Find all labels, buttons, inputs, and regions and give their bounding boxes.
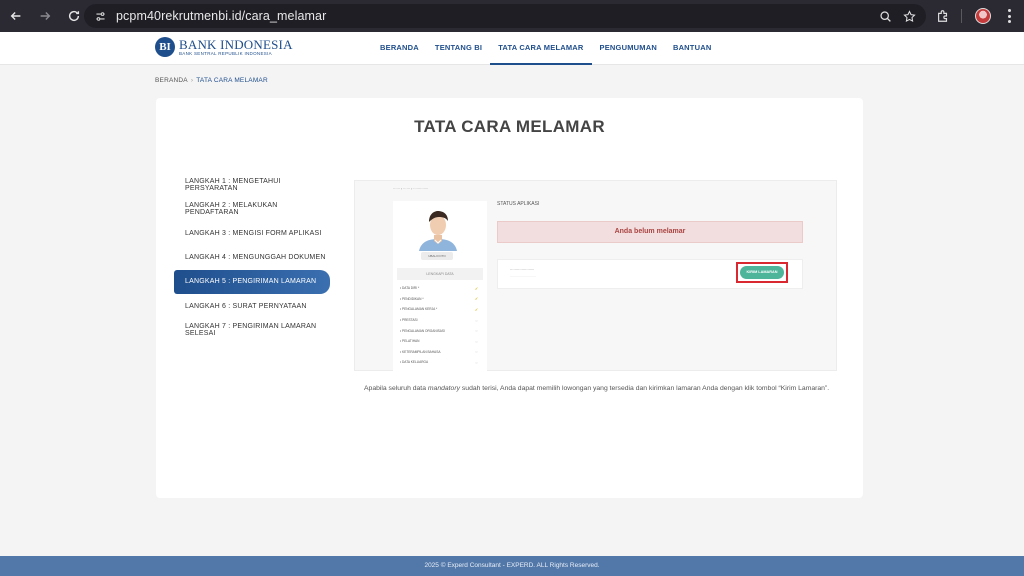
bi-emblem-icon: BI — [155, 37, 175, 57]
illustration-alert: Anda belum melamar — [497, 221, 803, 243]
breadcrumb-home[interactable]: BERANDA — [155, 77, 188, 84]
illustration-job-row: ····················· ··················… — [497, 259, 803, 289]
breadcrumb-current: TATA CARA MELAMAR — [196, 77, 268, 84]
toolbar-divider — [961, 9, 962, 23]
illustration-checklist-item: • DATA KELUARGA ○ — [400, 359, 478, 365]
step-item-5[interactable]: LANGKAH 5 : PENGIRIMAN LAMARAN — [174, 269, 330, 294]
bank-indonesia-logo[interactable]: BI BANK INDONESIA BANK SENTRAL REPUBLIK … — [155, 37, 293, 57]
step-item-4[interactable]: LANGKAH 4 : MENGUNGGAH DOKUMEN — [174, 246, 330, 270]
bookmark-star-icon[interactable] — [900, 7, 918, 25]
illustration-profile-panel: UBAH FOTO LENGKAPI DATA • DATA DIRI * ✓ •… — [393, 201, 487, 372]
profile-avatar[interactable] — [975, 8, 991, 24]
nav-bantuan[interactable]: BANTUAN — [665, 32, 719, 65]
content-card: TATA CARA MELAMAR LANGKAH 1 : MENGETAHUI… — [156, 98, 863, 498]
logo-subtitle: BANK SENTRAL REPUBLIK INDONESIA — [179, 50, 272, 56]
main-nav: BERANDA TENTANG BI TATA CARA MELAMAR PEN… — [372, 32, 719, 65]
description-emphasis: mandatory — [427, 385, 460, 392]
illustration-job-title: ····················· — [510, 268, 535, 272]
breadcrumb: BERANDA › TATA CARA MELAMAR — [155, 77, 268, 84]
nav-beranda[interactable]: BERANDA — [372, 32, 427, 65]
illustration-breadcrumb: ······ › ······ › ············· — [393, 187, 429, 191]
site-header: BI BANK INDONESIA BANK SENTRAL REPUBLIK … — [0, 32, 1024, 65]
illustration-status-title: STATUS APLIKASI — [497, 201, 540, 207]
page-title: TATA CARA MELAMAR — [414, 117, 605, 136]
applicant-avatar-icon — [415, 205, 461, 251]
illustration-checklist-item: • DATA DIRI * ✓ — [400, 285, 479, 291]
illustration-checklist-item: • PELATIHAN ○ — [400, 338, 478, 344]
back-icon[interactable] — [3, 3, 29, 29]
step-item-2[interactable]: LANGKAH 2 : MELAKUKAN PENDAFTARAN — [174, 197, 330, 221]
footer-copyright: 2025 © Experd Consultant - EXPERD. ALL R… — [424, 562, 600, 569]
step-item-6[interactable]: LANGKAH 6 : SURAT PERNYATAAN — [174, 294, 330, 318]
step-item-1[interactable]: LANGKAH 1 : MENGETAHUI PERSYARATAN — [174, 173, 330, 197]
logo-name: BANK INDONESIA — [179, 36, 293, 52]
step-item-3[interactable]: LANGKAH 3 : MENGISI FORM APLIKASI — [174, 221, 330, 245]
nav-tata-cara-melamar[interactable]: TATA CARA MELAMAR — [490, 32, 592, 65]
description-text-end: sudah terisi, Anda dapat memilih lowonga… — [460, 385, 830, 392]
step-illustration: ······ › ······ › ············· UBAH FOT… — [354, 180, 837, 372]
illustration-job-subtitle: ·························· — [510, 274, 536, 278]
step-item-7[interactable]: LANGKAH 7 : PENGIRIMAN LAMARAN SELESAI — [174, 318, 330, 342]
illustration-checklist-item: • PENGALAMAN KERJA * ✓ — [400, 306, 479, 312]
extensions-icon[interactable] — [934, 7, 952, 25]
site-footer: 2025 © Experd Consultant - EXPERD. ALL R… — [0, 556, 1024, 576]
illustration-highlight-box: KIRIM LAMARAN — [736, 262, 788, 283]
site-info-icon[interactable] — [88, 4, 112, 28]
illustration-change-photo: UBAH FOTO — [421, 252, 453, 260]
illustration-checklist-item: • PENGALAMAN ORGANISASI ○ — [400, 328, 478, 334]
step-description: Apabila seluruh data mandatory sudah ter… — [364, 382, 834, 396]
zoom-icon[interactable] — [876, 7, 894, 25]
illustration-checklist-item: • KETERAMPILAN BAHASA ○ — [400, 349, 478, 355]
illustration-kirim-lamaran-button: KIRIM LAMARAN — [740, 266, 784, 279]
breadcrumb-separator-icon: › — [190, 77, 194, 84]
description-text: Apabila seluruh data — [364, 385, 428, 392]
browser-toolbar: pcpm40rekrutmenbi.id/cara_melamar — [0, 0, 1024, 32]
address-bar[interactable]: pcpm40rekrutmenbi.id/cara_melamar — [84, 4, 926, 28]
illustration-checklist-item: • PENDIDIKAN * ✓ — [400, 296, 479, 302]
nav-pengumuman[interactable]: PENGUMUMAN — [592, 32, 665, 65]
illustration-complete-data: LENGKAPI DATA — [397, 268, 483, 280]
forward-icon[interactable] — [32, 3, 58, 29]
url-text[interactable]: pcpm40rekrutmenbi.id/cara_melamar — [116, 9, 326, 23]
nav-tentang-bi[interactable]: TENTANG BI — [427, 32, 490, 65]
illustration-checklist-item: • PRESTASI ○ — [400, 317, 478, 323]
steps-list: LANGKAH 1 : MENGETAHUI PERSYARATAN LANGK… — [174, 173, 330, 342]
browser-menu-icon[interactable] — [1002, 7, 1016, 25]
